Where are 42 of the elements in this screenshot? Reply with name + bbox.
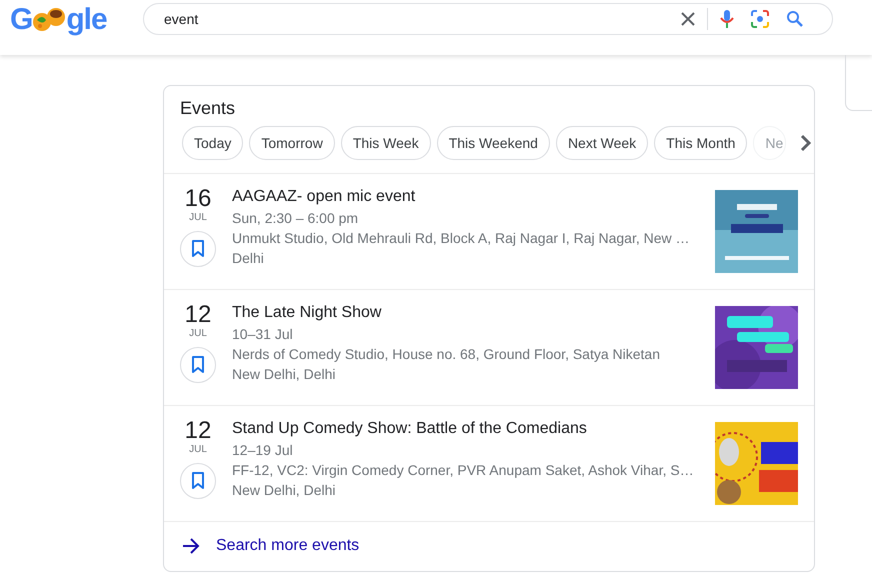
bookmark-button[interactable] [180,231,216,267]
event-city: New Delhi, Delhi [232,481,336,500]
event-address: Unmukt Studio, Old Mehrauli Rd, Block A, Raj Nagar I, Raj Nagar, New … [232,229,691,248]
event-address: FF-12, VC2: Virgin Comedy Corner, PVR Anupam Saket, Ashok Vihar, S… [232,461,695,480]
bookmark-button[interactable] [180,347,216,383]
event-title[interactable]: Stand Up Comedy Show: Battle of the Comedians [232,418,715,440]
close-icon[interactable] [681,12,695,26]
card-title: Events [179,97,236,120]
filter-chip[interactable]: This Week [340,126,431,160]
event-title[interactable]: AAGAAZ- open mic event [232,186,715,208]
camera-icon[interactable] [750,9,770,29]
filter-chip[interactable]: Today [182,126,244,160]
event-title[interactable]: The Late Night Show [232,302,715,324]
search-more-link[interactable]: Search more events [164,521,814,571]
arrow-right-icon [182,538,200,554]
bookmark-icon [191,356,205,374]
event-address: Nerds of Comedy Studio, House no. 68, Ground Floor, Satya Niketan [232,345,662,364]
filter-chip[interactable]: This Weekend [436,126,550,160]
search-field[interactable]: event [143,3,833,35]
bookmark-icon [191,240,205,258]
event-day: 12 [184,418,212,444]
event-month: JUL [189,444,207,455]
link-text[interactable]: Search more events [216,537,360,555]
event-date: Sun, 2:30 – 6:00 pm [232,209,360,228]
event-day: 12 [184,302,212,328]
event-month: JUL [189,328,207,339]
event-day: 16 [184,186,212,212]
event-date: 10–31 Jul [232,325,294,344]
filter-chip[interactable]: Next Week [556,126,648,160]
bookmark-button[interactable] [180,463,216,499]
search-icon[interactable] [786,10,804,28]
logo-letter: G [10,4,32,36]
filter-chip[interactable]: Tomorrow [249,126,335,160]
bookmark-icon [191,472,205,490]
event-city: Delhi [232,249,265,268]
microphone-icon[interactable] [720,9,734,29]
event-city: New Delhi, Delhi [232,365,336,384]
logo-text: gle [66,4,107,36]
filter-chip[interactable]: This Month [654,126,748,160]
chevron-right-icon[interactable] [800,134,812,152]
event-date: 12–19 Jul [232,441,294,460]
event-month: JUL [189,212,207,223]
